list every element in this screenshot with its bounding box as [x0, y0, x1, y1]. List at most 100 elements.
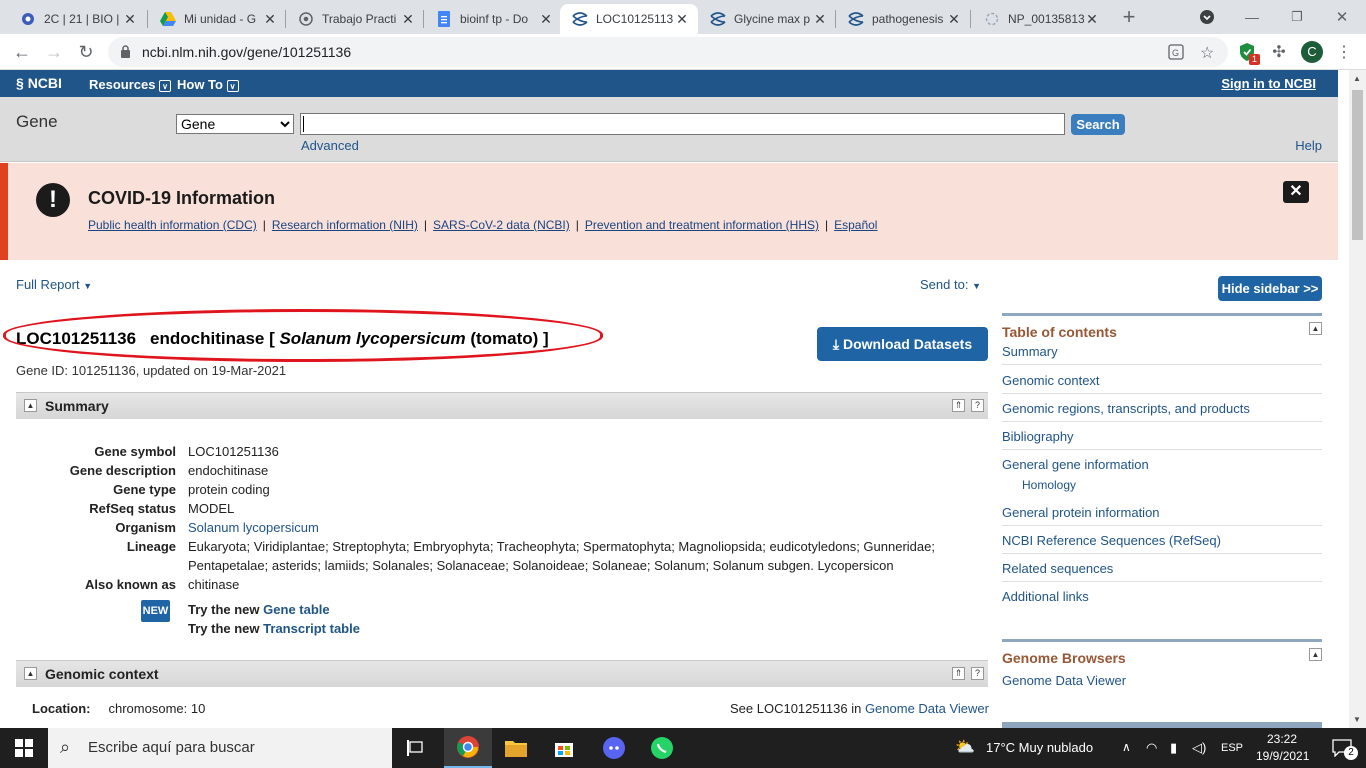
whatsapp-icon[interactable]	[638, 728, 686, 768]
toc-item-related-sequences[interactable]: Related sequences	[1002, 561, 1322, 582]
collapse-icon[interactable]: ▲	[1309, 322, 1322, 335]
collapse-icon[interactable]: ▲	[24, 399, 37, 412]
tab-pathogenesis[interactable]: pathogenesis ✕	[836, 4, 970, 34]
nih-link[interactable]: Research information (NIH)	[272, 218, 418, 232]
microphone-icon[interactable]: ▮	[1170, 740, 1177, 756]
volume-icon[interactable]: ◁)	[1192, 740, 1206, 756]
help-icon[interactable]: ?	[971, 667, 984, 680]
weather-icon[interactable]: ⛅	[955, 737, 975, 757]
page-scrollbar[interactable]: ▲ ▼	[1349, 70, 1366, 728]
toc-item-genomic-regions[interactable]: Genomic regions, transcripts, and produc…	[1002, 401, 1322, 422]
collapse-icon[interactable]: ▲	[1309, 648, 1322, 661]
howto-menu[interactable]: How To ∨	[177, 77, 239, 92]
advanced-link[interactable]: Advanced	[301, 138, 359, 153]
notification-center-icon[interactable]: 2	[1318, 728, 1366, 768]
scroll-up-icon[interactable]: ▲	[1353, 74, 1361, 83]
ncbi-logo[interactable]: § NCBI	[16, 75, 62, 91]
tab-close-icon[interactable]: ✕	[812, 11, 828, 27]
tab-close-icon[interactable]: ✕	[538, 11, 554, 27]
toc-item-additional-links[interactable]: Additional links	[1002, 589, 1322, 609]
go-top-icon[interactable]: ⇑	[952, 667, 965, 680]
language-indicator[interactable]: ESP	[1221, 742, 1243, 754]
file-explorer-icon[interactable]	[492, 728, 540, 768]
scroll-down-icon[interactable]: ▼	[1353, 715, 1361, 724]
tab-close-icon[interactable]: ✕	[674, 11, 690, 27]
gene-table-link[interactable]: Gene table	[263, 602, 329, 617]
hide-sidebar-button[interactable]: Hide sidebar >>	[1218, 276, 1322, 301]
forward-icon[interactable]: →	[40, 38, 68, 66]
sign-in-link[interactable]: Sign in to NCBI	[1221, 76, 1316, 91]
clock-time[interactable]: 23:22	[1267, 732, 1297, 746]
tab-bio[interactable]: 2C | 21 | BIO | ✕	[8, 4, 146, 34]
genome-data-viewer-link[interactable]: Genome Data Viewer	[865, 701, 989, 716]
genomic-context-header[interactable]: ▲ Genomic context ⇑ ?	[16, 660, 988, 687]
transcript-table-link[interactable]: Transcript table	[263, 621, 360, 636]
search-input[interactable]	[300, 113, 1065, 135]
tab-search-icon[interactable]	[1193, 3, 1221, 31]
translate-icon[interactable]: G	[1168, 44, 1184, 60]
help-icon[interactable]: ?	[971, 399, 984, 412]
espanol-link[interactable]: Español	[834, 218, 877, 232]
ncbi-data-link[interactable]: SARS-CoV-2 data (NCBI)	[433, 218, 570, 232]
weather-text[interactable]: 17°C Muy nublado	[986, 740, 1093, 755]
restore-icon[interactable]: ❐	[1283, 3, 1311, 31]
full-report-menu[interactable]: Full Report ▼	[16, 277, 92, 292]
taskbar-search-input[interactable]: ⌕ Escribe aquí para buscar	[48, 728, 392, 768]
tab-close-icon[interactable]: ✕	[946, 11, 962, 27]
tab-close-icon[interactable]: ✕	[1084, 11, 1100, 27]
search-button[interactable]: Search	[1071, 114, 1125, 135]
bookmark-star-icon[interactable]: ☆	[1200, 43, 1214, 63]
tray-expand-icon[interactable]: ∧	[1122, 740, 1131, 754]
summary-section-header[interactable]: ▲ Summary ⇑ ?	[16, 392, 988, 419]
tab-drive[interactable]: Mi unidad - G ✕	[148, 4, 286, 34]
task-view-icon[interactable]	[392, 728, 440, 768]
scroll-thumb[interactable]	[1352, 90, 1363, 240]
discord-icon[interactable]	[590, 728, 638, 768]
clock-date[interactable]: 19/9/2021	[1256, 749, 1309, 763]
toc-item-homology[interactable]: Homology	[1022, 478, 1322, 497]
close-icon[interactable]: ✕	[1283, 181, 1309, 203]
browser-menu-icon[interactable]: ⋮	[1330, 38, 1358, 66]
store-icon[interactable]	[540, 728, 588, 768]
download-icon: ⤓	[832, 336, 843, 352]
genome-browsers-title: Genome Browsers	[1002, 650, 1126, 666]
profile-avatar[interactable]: C	[1298, 38, 1326, 66]
reload-icon[interactable]: ↻	[72, 38, 100, 66]
collapse-icon[interactable]: ▲	[24, 667, 37, 680]
tab-glycine[interactable]: Glycine max p ✕	[698, 4, 836, 34]
toc-item-summary[interactable]: Summary	[1002, 344, 1322, 365]
chrome-taskbar-icon[interactable]	[444, 728, 492, 768]
help-link[interactable]: Help	[1295, 138, 1322, 153]
tab-close-icon[interactable]: ✕	[122, 11, 138, 27]
toc-item-general-protein[interactable]: General protein information	[1002, 505, 1322, 526]
ncbi-dna-icon	[572, 11, 588, 27]
minimize-icon[interactable]: —	[1238, 3, 1266, 31]
back-icon[interactable]: ←	[8, 38, 36, 66]
tab-trabajo[interactable]: Trabajo Practi ✕	[286, 4, 424, 34]
new-tab-icon[interactable]: +	[1115, 3, 1143, 31]
go-top-icon[interactable]: ⇑	[952, 399, 965, 412]
extensions-puzzle-icon[interactable]: ✣	[1265, 38, 1293, 66]
shield-extension-icon[interactable]: 1	[1233, 38, 1261, 66]
tab-loc-active[interactable]: LOC10125113 ✕	[560, 4, 698, 34]
database-select[interactable]: Gene	[176, 114, 294, 134]
toc-item-genomic-context[interactable]: Genomic context	[1002, 373, 1322, 394]
tab-close-icon[interactable]: ✕	[400, 11, 416, 27]
genome-data-viewer-sidebar-link[interactable]: Genome Data Viewer	[1002, 673, 1322, 693]
tab-close-icon[interactable]: ✕	[262, 11, 278, 27]
windows-start-icon[interactable]	[0, 728, 48, 768]
cdc-link[interactable]: Public health information (CDC)	[88, 218, 257, 232]
wifi-icon[interactable]: ◠	[1146, 740, 1157, 756]
organism-link[interactable]: Solanum lycopersicum	[188, 520, 319, 535]
tab-np[interactable]: NP_00135813 ✕	[972, 4, 1108, 34]
address-bar[interactable]: ncbi.nlm.nih.gov/gene/101251136 G ☆	[108, 37, 1228, 67]
toc-item-general-gene[interactable]: General gene information	[1002, 457, 1322, 477]
tab-docs[interactable]: bioinf tp - Do ✕	[424, 4, 562, 34]
toc-item-refseq[interactable]: NCBI Reference Sequences (RefSeq)	[1002, 533, 1322, 554]
window-close-icon[interactable]: ✕	[1328, 3, 1356, 31]
resources-menu[interactable]: Resources ∨	[89, 77, 172, 92]
hhs-link[interactable]: Prevention and treatment information (HH…	[585, 218, 819, 232]
download-datasets-button[interactable]: ⤓ Download Datasets	[817, 327, 988, 361]
send-to-menu[interactable]: Send to: ▼	[920, 277, 981, 292]
toc-item-bibliography[interactable]: Bibliography	[1002, 429, 1322, 450]
